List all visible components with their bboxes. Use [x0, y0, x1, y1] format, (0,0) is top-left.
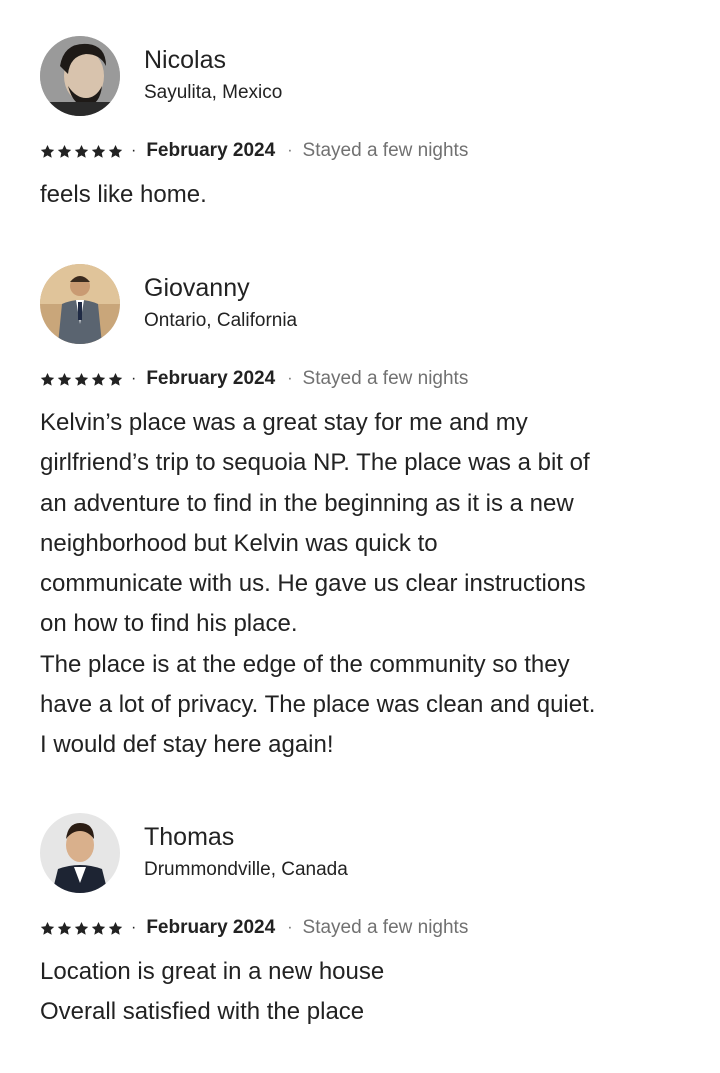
star-icon — [74, 372, 89, 386]
review-line: communicate with us. He gave us clear in… — [40, 570, 586, 598]
star-icon — [74, 921, 89, 935]
avatar-photo-icon — [40, 264, 120, 344]
reviews-list: Nicolas Sayulita, Mexico · February 2024… — [0, 0, 720, 1073]
review-line: have a lot of privacy. The place was cle… — [40, 691, 596, 719]
review-date: February 2024 — [146, 368, 276, 389]
star-icon — [40, 372, 55, 386]
avatar[interactable] — [40, 264, 120, 344]
review-text: Kelvin’s place was a great stay for me a… — [40, 403, 690, 766]
separator: · — [287, 370, 293, 387]
review-line: Kelvin’s place was a great stay for me a… — [40, 409, 528, 436]
star-icon — [91, 921, 106, 935]
review-date: February 2024 — [146, 917, 276, 938]
review-line: feels like home. — [40, 181, 207, 208]
reviewer-location: Drummondville, Canada — [144, 859, 348, 880]
reviewer-location: Ontario, California — [144, 310, 298, 331]
avatar[interactable] — [40, 813, 120, 893]
star-icon — [57, 144, 72, 158]
avatar-photo-icon — [40, 36, 120, 116]
separator: · — [131, 919, 137, 936]
review-meta: · February 2024 · Stayed a few nights — [40, 139, 690, 163]
rating-stars — [40, 144, 123, 159]
rating-stars — [40, 921, 123, 936]
avatar[interactable] — [40, 36, 120, 116]
stay-length: Stayed a few nights — [302, 140, 469, 161]
review-text: Location is great in a new house Overall… — [40, 952, 690, 1033]
stay-length: Stayed a few nights — [302, 917, 469, 938]
separator: · — [131, 370, 137, 387]
rating-stars — [40, 372, 123, 387]
review-text: feels like home. — [40, 175, 690, 215]
reviewer-name[interactable]: Thomas — [144, 822, 348, 852]
review-meta: · February 2024 · Stayed a few nights — [40, 916, 690, 940]
reviewer-location: Sayulita, Mexico — [144, 82, 283, 103]
star-icon — [57, 921, 72, 935]
star-icon — [108, 921, 123, 935]
review-header: Giovanny Ontario, California — [40, 263, 690, 345]
star-icon — [108, 372, 123, 386]
star-icon — [74, 144, 89, 158]
review-date: February 2024 — [146, 140, 276, 161]
reviewer-name[interactable]: Nicolas — [144, 45, 282, 75]
review-line: on how to find his place. — [40, 610, 298, 638]
review-header: Thomas Drummondville, Canada — [40, 812, 690, 894]
review-card: Giovanny Ontario, California · February … — [40, 263, 690, 766]
reviewer-name[interactable]: Giovanny — [144, 273, 297, 303]
review-line: an adventure to find in the beginning as… — [40, 489, 574, 517]
review-line: Location is great in a new house — [40, 958, 385, 985]
review-card: Nicolas Sayulita, Mexico · February 2024… — [40, 35, 690, 215]
separator: · — [131, 142, 137, 159]
review-header: Nicolas Sayulita, Mexico — [40, 35, 690, 117]
review-line: neighborhood but Kelvin was quick to — [40, 529, 438, 557]
star-icon — [108, 144, 123, 158]
review-meta: · February 2024 · Stayed a few nights — [40, 367, 690, 391]
star-icon — [40, 144, 55, 158]
star-icon — [40, 921, 55, 935]
star-icon — [91, 144, 106, 158]
review-line: Overall satisfied with the place — [40, 998, 365, 1026]
review-card: Thomas Drummondville, Canada · February … — [40, 812, 690, 1033]
separator: · — [287, 142, 293, 159]
star-icon — [57, 372, 72, 386]
review-line: The place is at the edge of the communit… — [40, 650, 570, 678]
review-line: girlfriend’s trip to sequoia NP. The pla… — [40, 449, 590, 477]
separator: · — [287, 919, 293, 936]
stay-length: Stayed a few nights — [302, 368, 469, 389]
review-line: I would def stay here again! — [40, 731, 334, 759]
star-icon — [91, 372, 106, 386]
avatar-photo-icon — [40, 813, 120, 893]
